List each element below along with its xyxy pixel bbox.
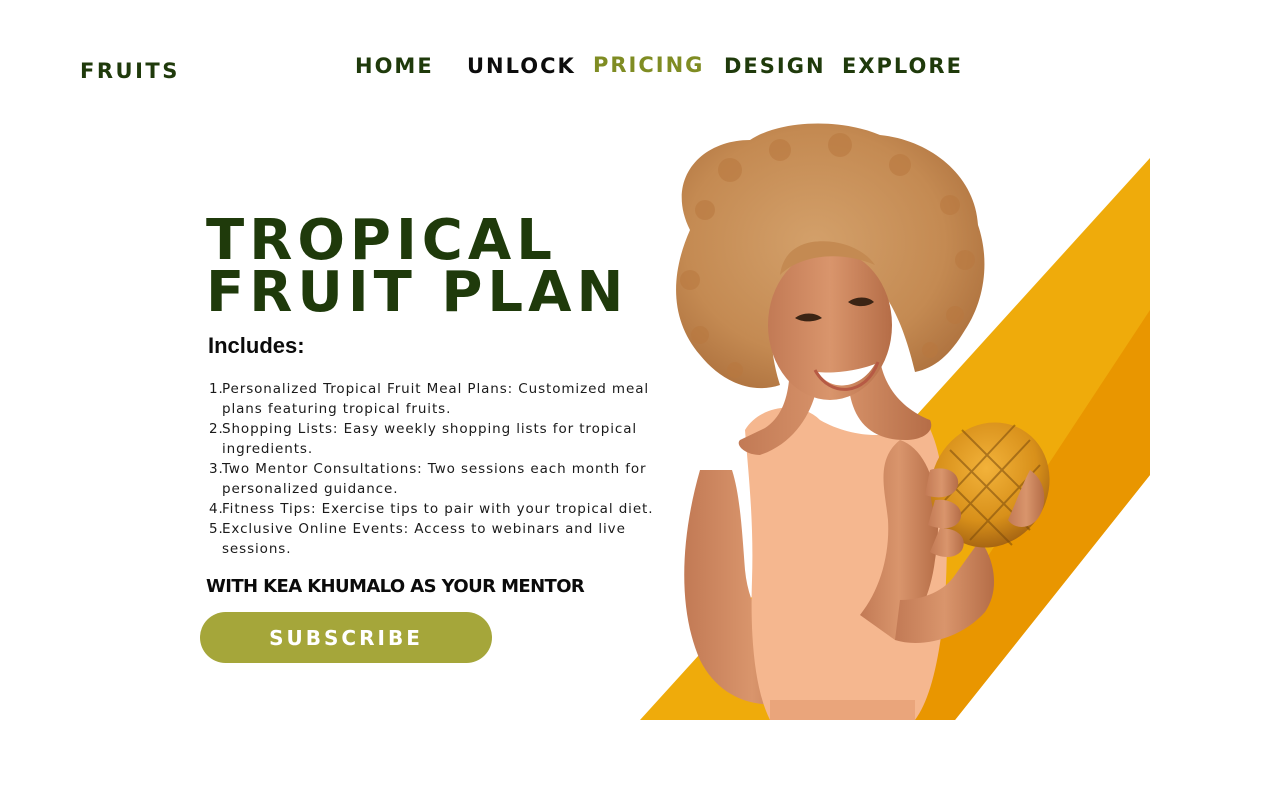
orange-top	[745, 407, 947, 720]
nav-pricing[interactable]: PRICING	[593, 53, 704, 77]
feature-item: Two Mentor Consultations: Two sessions e…	[209, 459, 647, 497]
feature-list: Personalized Tropical Fruit Meal Plans: …	[209, 379, 682, 559]
feature-item: Shopping Lists: Easy weekly shopping lis…	[209, 419, 638, 457]
nav-home[interactable]: HOME	[355, 54, 434, 78]
hair	[676, 123, 985, 389]
subscribe-button[interactable]: SUBSCRIBE	[200, 612, 492, 663]
main-nav: HOME UNLOCK PRICING DESIGN EXPLORE	[0, 53, 1280, 84]
feature-item: Fitness Tips: Exercise tips to pair with…	[209, 499, 654, 519]
nav-design[interactable]: DESIGN	[724, 54, 826, 78]
face	[768, 250, 892, 400]
accent-band-shade	[880, 310, 1150, 720]
nav-unlock[interactable]: UNLOCK	[467, 54, 576, 78]
includes-heading: Includes:	[208, 333, 305, 358]
feature-item: Personalized Tropical Fruit Meal Plans: …	[209, 379, 650, 417]
pineapple	[930, 422, 1050, 548]
hero-title: TROPICAL FRUIT PLAN	[206, 213, 629, 325]
accent-band	[640, 158, 1150, 720]
mentor-tagline: WITH KEA KHUMALO AS YOUR MENTOR	[206, 576, 585, 597]
smile	[818, 364, 875, 386]
title-line-2: FRUIT PLAN	[206, 260, 629, 325]
feature-item: Exclusive Online Events: Access to webin…	[209, 519, 626, 557]
nav-explore[interactable]: EXPLORE	[842, 54, 963, 78]
